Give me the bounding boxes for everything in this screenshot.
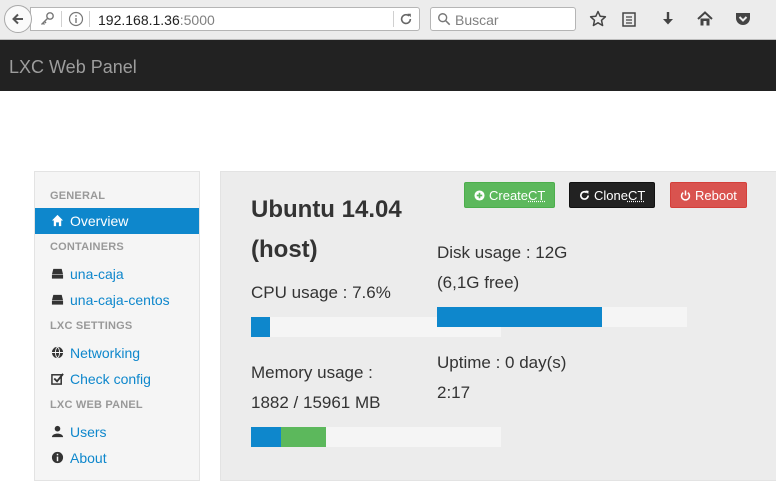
memory-progress-fill-cached xyxy=(281,427,326,447)
hdd-icon xyxy=(50,292,64,306)
info-icon xyxy=(50,450,64,464)
pocket-icon[interactable] xyxy=(733,9,753,29)
globe-icon xyxy=(50,345,64,359)
info-icon[interactable] xyxy=(68,11,84,27)
home-icon[interactable] xyxy=(695,9,715,29)
sidebar-item-label: Users xyxy=(70,424,107,440)
back-button[interactable] xyxy=(4,5,32,33)
sidebar-item-check-config[interactable]: Check config xyxy=(35,366,199,392)
nav-header-containers: CONTAINERS xyxy=(50,241,124,253)
disk-progress-bar xyxy=(437,307,687,327)
search-input[interactable]: Buscar xyxy=(430,7,576,31)
download-icon[interactable] xyxy=(658,9,678,29)
cpu-usage-label: CPU usage : 7.6% xyxy=(251,278,391,308)
browser-toolbar: 192.168.1.36:5000 Buscar xyxy=(0,0,776,40)
host-overview-panel: Create CT Clone CT Reboot Ubuntu 14.04 (… xyxy=(220,171,776,481)
reboot-button[interactable]: Reboot xyxy=(670,182,747,208)
refresh-icon xyxy=(579,190,590,201)
sidebar-item-label: una-caja-centos xyxy=(70,292,170,308)
nav-header-lxc-web-panel: LXC WEB PANEL xyxy=(50,399,143,411)
disk-progress-fill xyxy=(437,307,602,327)
user-icon xyxy=(50,424,64,438)
reading-list-icon[interactable] xyxy=(619,9,639,29)
url-text[interactable]: 192.168.1.36:5000 xyxy=(98,12,215,28)
url-port: :5000 xyxy=(180,12,215,28)
url-bar[interactable]: 192.168.1.36:5000 xyxy=(30,7,420,31)
sidebar-item-una-caja[interactable]: una-caja xyxy=(35,261,199,287)
sidebar-item-label: una-caja xyxy=(70,266,124,282)
cpu-progress-fill xyxy=(251,317,270,337)
clone-ct-button[interactable]: Clone CT xyxy=(569,182,655,208)
check-icon xyxy=(50,371,64,385)
url-separator xyxy=(393,11,394,27)
power-icon xyxy=(680,190,691,201)
back-arrow-icon xyxy=(10,11,26,27)
create-ct-label: Create xyxy=(489,188,528,203)
disk-free-label: (6,1G free) xyxy=(437,268,519,298)
sidebar: GENERAL Overview CONTAINERS una-caja una… xyxy=(34,171,200,481)
uptime-value: 2:17 xyxy=(437,378,470,408)
memory-progress-fill-used xyxy=(251,427,281,447)
app-navbar: LXC Web Panel xyxy=(0,40,776,91)
url-separator xyxy=(89,11,90,27)
home-icon xyxy=(50,213,64,227)
bookmark-star-icon[interactable] xyxy=(588,9,608,29)
sidebar-item-label: Overview xyxy=(70,213,128,229)
sidebar-item-networking[interactable]: Networking xyxy=(35,340,199,366)
memory-progress-bar xyxy=(251,427,501,447)
url-separator xyxy=(61,11,62,27)
sidebar-item-label: About xyxy=(70,450,107,466)
brand-title[interactable]: LXC Web Panel xyxy=(9,57,137,78)
reload-icon[interactable] xyxy=(398,11,414,27)
plus-circle-icon xyxy=(474,190,485,201)
reboot-label: Reboot xyxy=(695,188,737,203)
hdd-icon xyxy=(50,266,64,280)
uptime-label: Uptime : 0 day(s) xyxy=(437,348,566,378)
nav-header-lxc-settings: LXC SETTINGS xyxy=(50,320,132,332)
sidebar-item-label: Check config xyxy=(70,371,151,387)
clone-ct-abbr: CT xyxy=(628,188,645,203)
host-title: Ubuntu 14.04 (host) xyxy=(251,190,431,270)
disk-usage-label: Disk usage : 12G xyxy=(437,238,567,268)
search-icon xyxy=(436,11,452,27)
sidebar-item-overview[interactable]: Overview xyxy=(35,208,199,234)
sidebar-item-una-caja-centos[interactable]: una-caja-centos xyxy=(35,287,199,313)
create-ct-button[interactable]: Create CT xyxy=(464,182,555,208)
key-icon[interactable] xyxy=(39,11,55,27)
memory-usage-label: Memory usage : xyxy=(251,358,373,388)
nav-header-general: GENERAL xyxy=(50,190,105,202)
sidebar-item-label: Networking xyxy=(70,345,140,361)
sidebar-item-about[interactable]: About xyxy=(35,445,199,471)
search-placeholder: Buscar xyxy=(455,12,499,28)
sidebar-item-users[interactable]: Users xyxy=(35,419,199,445)
create-ct-abbr: CT xyxy=(528,188,545,203)
clone-ct-label: Clone xyxy=(594,188,628,203)
memory-usage-value: 1882 / 15961 MB xyxy=(251,388,380,418)
url-host: 192.168.1.36 xyxy=(98,12,180,28)
